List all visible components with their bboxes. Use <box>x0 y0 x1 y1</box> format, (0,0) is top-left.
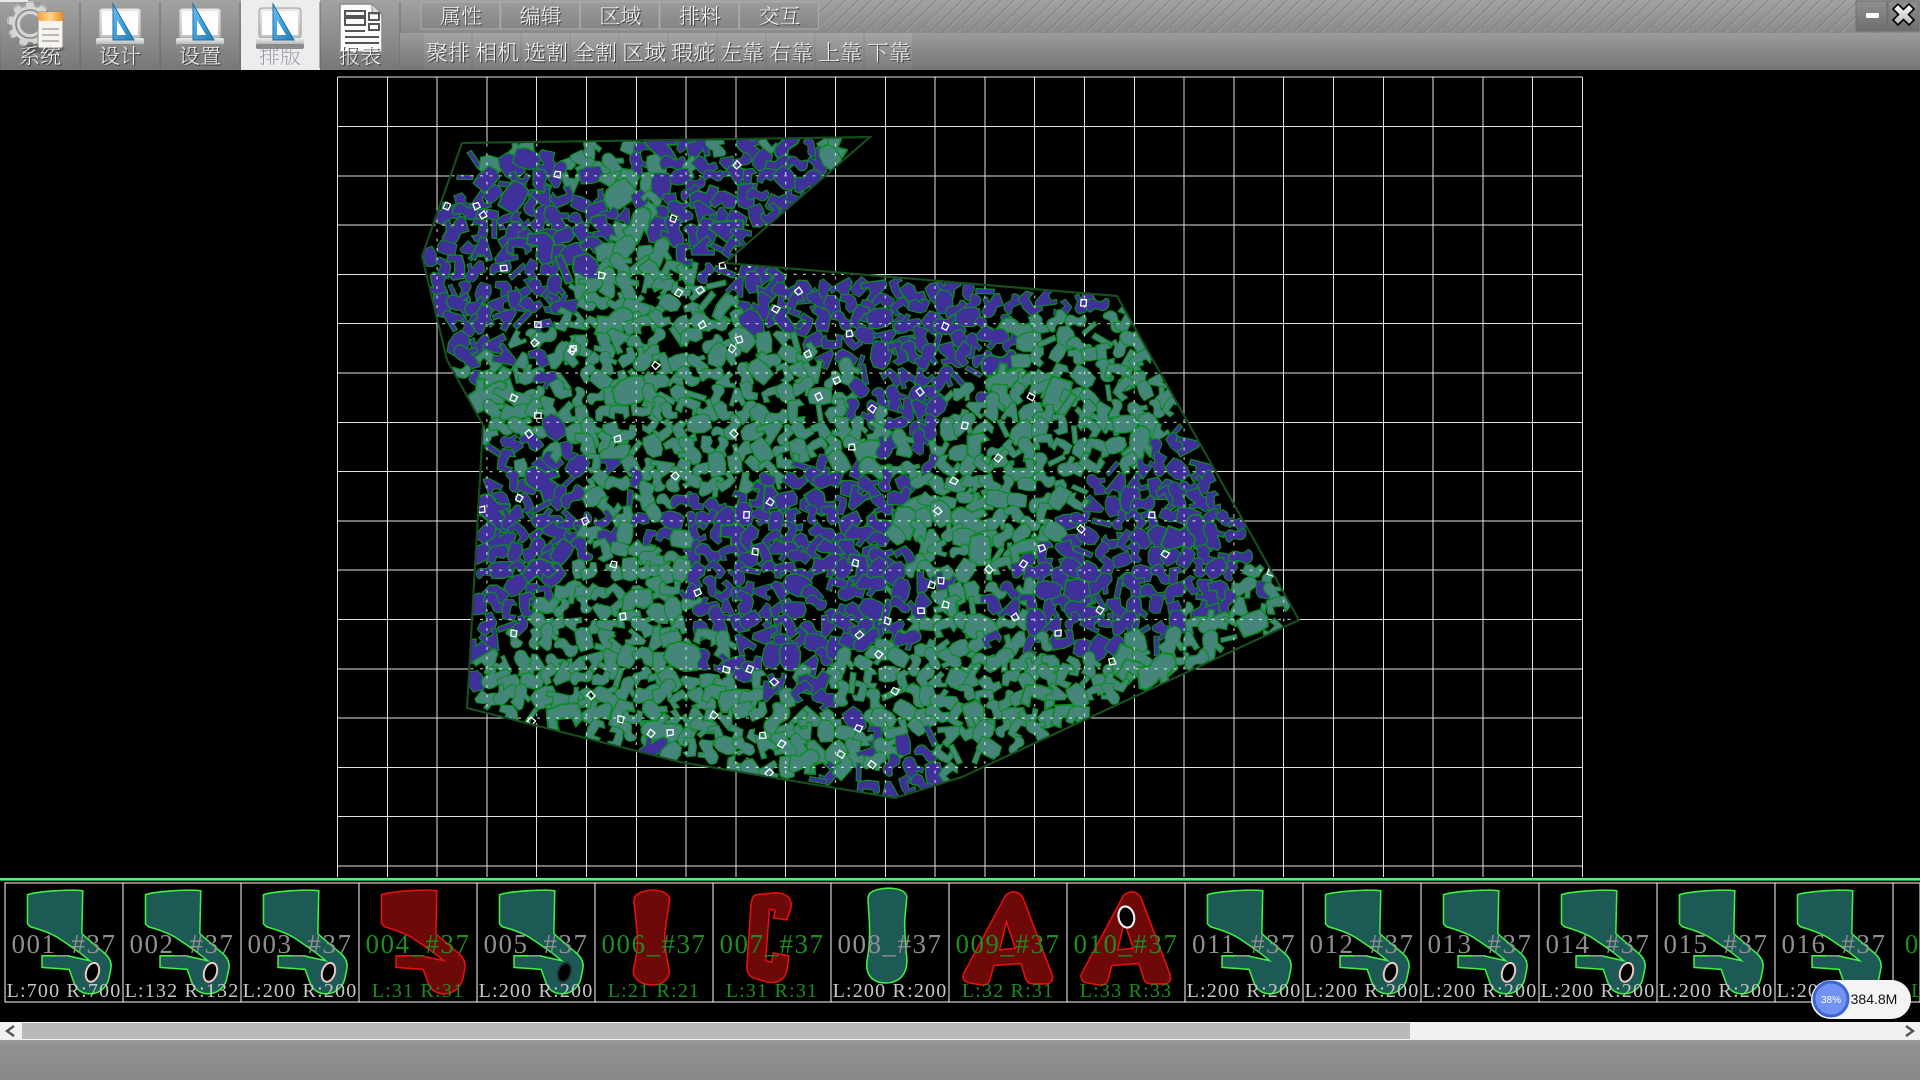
svg-text:L:200 R:200: L:200 R:200 <box>1423 980 1538 1002</box>
svg-text:007_#37: 007_#37 <box>720 929 825 959</box>
svg-text:L:32 R:31: L:32 R:31 <box>962 980 1054 1002</box>
svg-text:L:200 R:200: L:200 R:200 <box>833 980 948 1002</box>
svg-text:384.8M: 384.8M <box>1851 991 1898 1007</box>
svg-text:015_#37: 015_#37 <box>1664 929 1769 959</box>
svg-text:L:33 R:33: L:33 R:33 <box>1911 980 1920 1002</box>
svg-text:009_#37: 009_#37 <box>956 929 1061 959</box>
svg-text:38%: 38% <box>1821 995 1841 1006</box>
svg-text:001_#37: 001_#37 <box>12 929 117 959</box>
svg-text:011_#37: 011_#37 <box>1192 929 1296 959</box>
svg-text:013_#37: 013_#37 <box>1428 929 1533 959</box>
svg-text:L:31 R:31: L:31 R:31 <box>372 980 464 1002</box>
svg-text:L:200 R:200: L:200 R:200 <box>1659 980 1774 1002</box>
svg-text:012_#37: 012_#37 <box>1310 929 1415 959</box>
svg-text:L:132 R:132: L:132 R:132 <box>125 980 240 1002</box>
svg-text:L:200 R:200: L:200 R:200 <box>243 980 358 1002</box>
svg-text:002_#37: 002_#37 <box>130 929 235 959</box>
svg-text:004_#37: 004_#37 <box>366 929 471 959</box>
svg-text:L:33 R:33: L:33 R:33 <box>1080 980 1172 1002</box>
svg-text:L:200 R:200: L:200 R:200 <box>1187 980 1302 1002</box>
svg-text:L:700 R:700: L:700 R:700 <box>7 980 122 1002</box>
svg-text:006_#37: 006_#37 <box>602 929 707 959</box>
svg-text:L:31 R:31: L:31 R:31 <box>726 980 818 1002</box>
svg-text:L:200 R:200: L:200 R:200 <box>479 980 594 1002</box>
svg-text:L:21 R:21: L:21 R:21 <box>608 980 700 1002</box>
svg-text:014_#37: 014_#37 <box>1546 929 1651 959</box>
svg-text:L:200 R:200: L:200 R:200 <box>1305 980 1420 1002</box>
svg-text:003_#37: 003_#37 <box>248 929 353 959</box>
svg-text:005_#37: 005_#37 <box>484 929 589 959</box>
svg-text:010_#37: 010_#37 <box>1074 929 1179 959</box>
svg-text:016_#37: 016_#37 <box>1782 929 1887 959</box>
svg-text:L:200 R:200: L:200 R:200 <box>1541 980 1656 1002</box>
svg-text:017_#37: 017_#37 <box>1905 929 1920 959</box>
svg-text:008_#37: 008_#37 <box>838 929 943 959</box>
